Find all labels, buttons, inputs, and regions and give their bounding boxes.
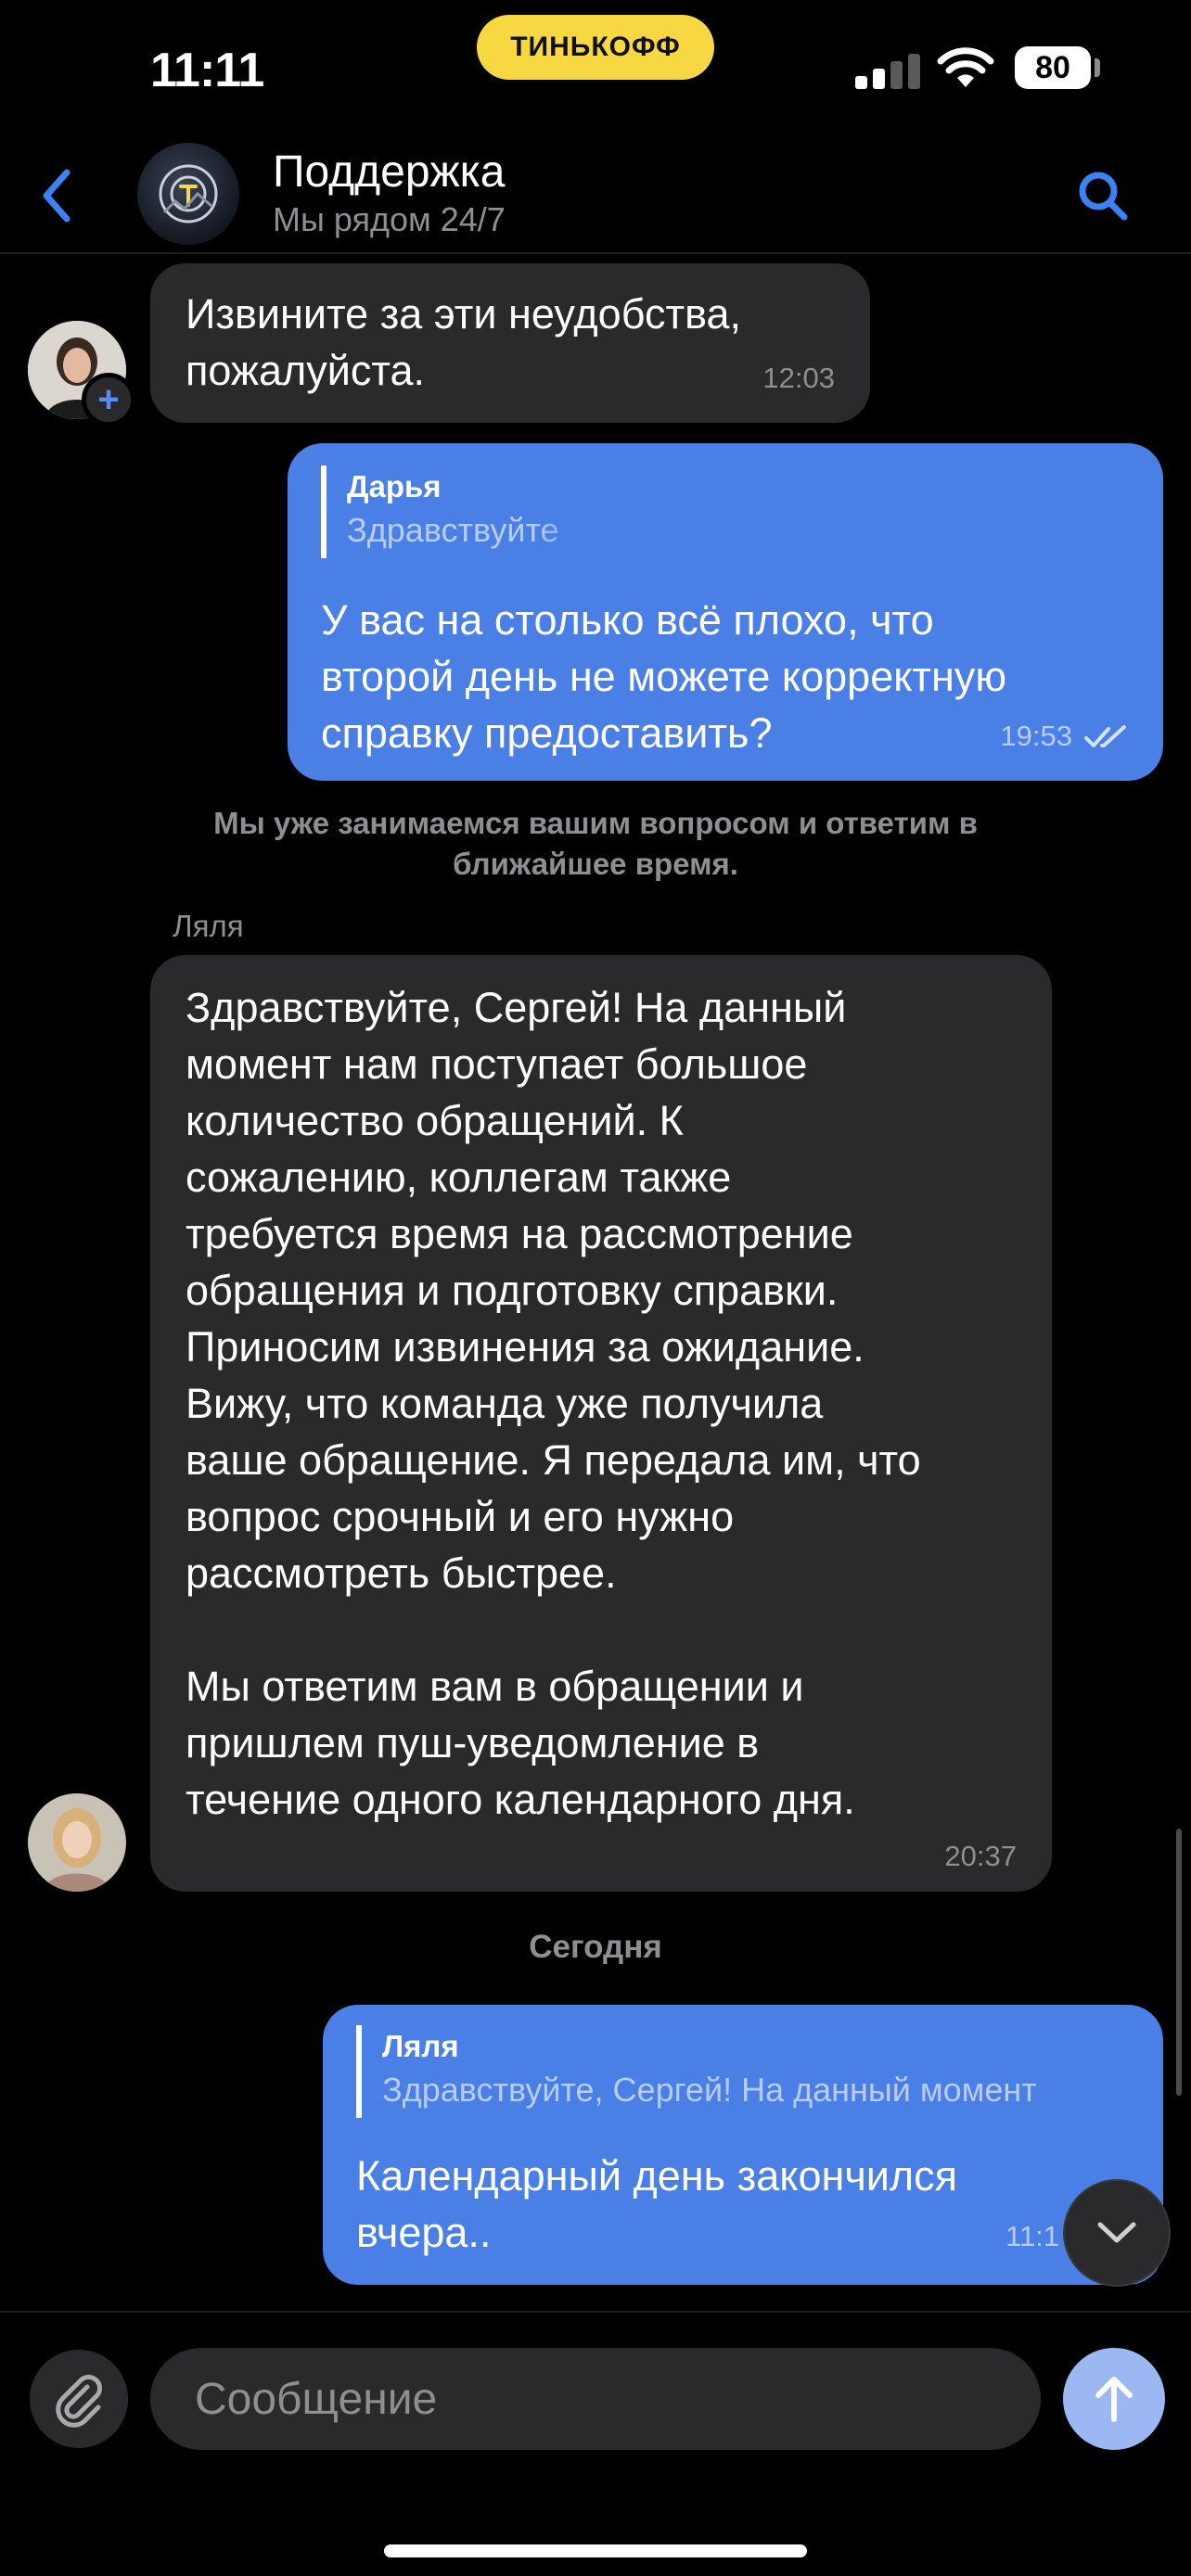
reply-quote[interactable]: Ляля Здравствуйте, Сергей! На данный мом… (356, 2025, 1132, 2118)
message-line: справку предоставить? (321, 709, 773, 757)
battery-level: 80 (1035, 49, 1070, 85)
message-bubble-incoming[interactable]: Здравствуйте, Сергей! На данный момент н… (150, 955, 1052, 1892)
paperclip-icon (56, 2375, 102, 2428)
double-check-icon (1084, 725, 1126, 747)
message-time: 12:03 (762, 362, 835, 394)
message-line: У вас на столько всё плохо, что (321, 596, 934, 644)
message-line: Календарный день закончился (356, 2152, 958, 2200)
reply-author: Дарья (347, 469, 442, 504)
message-line: Приносим извинения за ожидание. (186, 1323, 864, 1371)
back-button[interactable] (28, 163, 83, 228)
message-time: 19:53 (1000, 720, 1072, 752)
wifi-icon (937, 47, 994, 87)
message-bubble-outgoing[interactable]: Дарья Здравствуйте У вас на столько всё … (288, 443, 1163, 781)
support-avatar[interactable] (137, 143, 239, 245)
message-line (186, 1601, 921, 1658)
search-icon (1079, 172, 1128, 221)
scrollbar[interactable] (1176, 1829, 1182, 2096)
search-button[interactable] (1070, 163, 1135, 228)
message-time: 11:1 (1005, 2220, 1060, 2252)
chevron-down-icon (1097, 2222, 1136, 2243)
chat-header: Поддержка Мы рядом 24/7 (0, 130, 1191, 254)
date-divider: Сегодня (529, 1929, 662, 1965)
message-line: пришлем пуш-уведомление в (186, 1719, 760, 1766)
message-line: момент нам поступает большое (186, 1040, 808, 1088)
reply-preview: Здравствуйте (347, 511, 559, 549)
message-line: сожалению, коллегам также (186, 1154, 732, 1201)
scroll-to-bottom-button[interactable] (1063, 2179, 1171, 2287)
home-indicator[interactable] (384, 2544, 807, 2557)
chat-subtitle: Мы рядом 24/7 (273, 200, 506, 238)
message-time: 20:37 (944, 1840, 1017, 1872)
chat-screen: 11:11 ТИНЬКОФФ 80 Поддержка Мы рядом 24/… (0, 0, 1191, 2576)
reply-preview: Здравствуйте, Сергей! На данный момент (382, 2071, 1037, 2109)
arrow-up-icon (1095, 2377, 1133, 2422)
message-line: рассмотреть быстрее. (186, 1549, 617, 1597)
carrier-badge-label: ТИНЬКОФФ (510, 32, 681, 62)
carrier-badge: ТИНЬКОФФ (477, 15, 714, 80)
status-time: 11:11 (150, 44, 264, 97)
message-line: требуется время на рассмотрение (186, 1210, 853, 1257)
message-line: вчера.. (356, 2209, 492, 2256)
add-contact-icon[interactable]: + (82, 373, 135, 427)
send-button[interactable] (1063, 2348, 1165, 2450)
system-note: Мы уже занимаемся вашим вопросом и ответ… (213, 806, 978, 881)
chevron-left-icon (43, 169, 70, 223)
message-line: второй день не можете корректную (321, 653, 1007, 700)
chat-title: Поддержка (273, 147, 506, 197)
composer-bar (0, 2311, 1191, 2576)
battery-indicator: 80 (1015, 46, 1091, 89)
agent-avatar-lyalya[interactable] (28, 1793, 126, 1892)
reply-author: Ляля (382, 2029, 459, 2063)
sender-name: Ляля (173, 909, 244, 943)
message-bubble-outgoing[interactable]: Ляля Здравствуйте, Сергей! На данный мом… (323, 2005, 1163, 2285)
message-line: Здравствуйте, Сергей! На данный (186, 984, 847, 1031)
message-line: пожалуйста. (186, 347, 426, 394)
message-input[interactable] (150, 2348, 1041, 2450)
message-line: количество обращений. К (186, 1097, 684, 1144)
message-line: ваше обращение. Я передала им, что (186, 1436, 921, 1484)
bank-logo-icon (159, 164, 218, 223)
message-line: Мы ответим вам в обращении и (186, 1663, 804, 1710)
message-line: Вижу, что команда уже получила (186, 1380, 824, 1427)
cellular-signal-icon (855, 52, 920, 89)
attach-button[interactable] (30, 2350, 128, 2448)
message-bubble-incoming[interactable]: Извините за эти неудобства, пожалуйста. … (150, 263, 870, 423)
message-line: обращения и подготовку справки. (186, 1267, 839, 1314)
message-line: Извините за эти неудобства, (186, 290, 741, 338)
message-line: течение одного календарного дня. (186, 1776, 855, 1823)
reply-quote[interactable]: Дарья Здравствуйте (321, 465, 599, 558)
battery-cap (1095, 58, 1100, 77)
person-photo (28, 1793, 126, 1892)
message-line: вопрос срочный и его нужно (186, 1493, 735, 1540)
